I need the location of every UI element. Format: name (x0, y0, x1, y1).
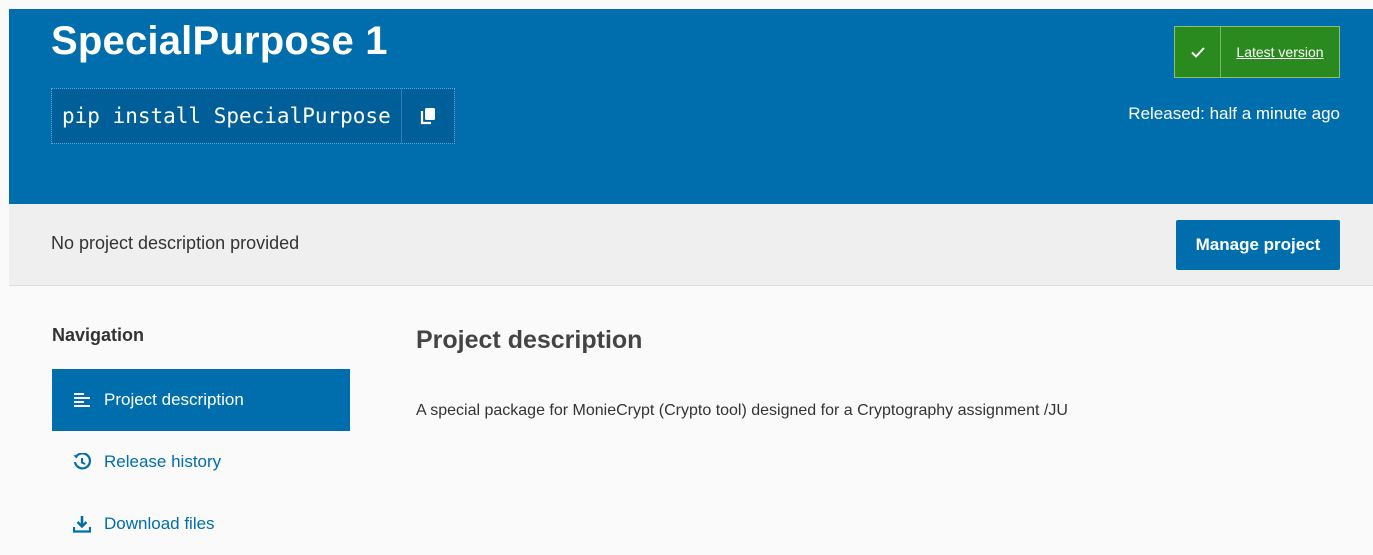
copy-icon (420, 108, 435, 125)
nav-item-label: Release history (104, 452, 222, 471)
project-description-heading: Project description (416, 326, 643, 354)
nav-item-release-history[interactable]: Release history (52, 431, 350, 493)
download-icon (72, 514, 92, 534)
project-description-body: A special package for MonieCrypt (Crypto… (416, 402, 1068, 419)
manage-project-button[interactable]: Manage project (1176, 220, 1340, 270)
check-icon (1175, 27, 1221, 77)
history-icon (72, 452, 92, 472)
pip-command[interactable]: pip install SpecialPurpose (52, 89, 401, 143)
nav-item-label: Download files (104, 514, 215, 533)
summary-bar: No project description provided Manage p… (9, 204, 1373, 286)
navigation-heading: Navigation (52, 325, 145, 345)
nav-item-download-files[interactable]: Download files (52, 493, 350, 555)
pip-command-box: pip install SpecialPurpose (51, 88, 455, 144)
project-header: SpecialPurpose 1 pip install SpecialPurp… (9, 9, 1373, 204)
page-title: SpecialPurpose 1 (51, 19, 388, 63)
summary-text: No project description provided (51, 233, 300, 253)
latest-version-badge[interactable]: Latest version (1174, 26, 1340, 78)
nav-item-label: Project description (104, 390, 244, 409)
latest-version-link[interactable]: Latest version (1221, 27, 1339, 77)
nav-item-project-description[interactable]: Project description (52, 369, 350, 431)
release-date: Released: half a minute ago (1128, 104, 1340, 123)
align-left-icon (72, 390, 92, 410)
copy-button[interactable] (400, 89, 454, 143)
